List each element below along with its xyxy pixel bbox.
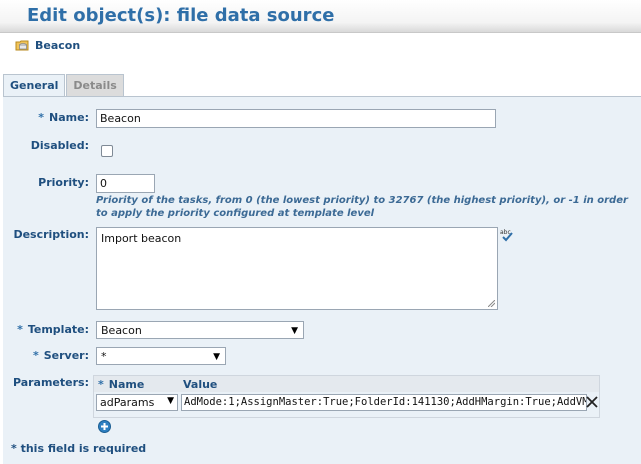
server-select[interactable]: * ▼ <box>96 347 226 365</box>
disabled-label: Disabled: <box>30 139 89 152</box>
template-label: * Template: <box>17 323 89 336</box>
priority-label: Priority: <box>38 176 89 189</box>
name-label: * Name: <box>38 111 89 124</box>
tab-bar: General Details <box>3 74 125 97</box>
required-field-note: * this field is required <box>11 442 147 455</box>
tab-general[interactable]: General <box>3 74 66 96</box>
spellcheck-icon[interactable]: abc <box>500 228 514 242</box>
disabled-checkbox[interactable] <box>101 145 113 157</box>
tab-details[interactable]: Details <box>66 74 124 96</box>
column-value-header: Value <box>183 378 218 391</box>
parameter-name-select[interactable]: adParams ▼ <box>96 394 178 411</box>
parameters-header: * Name Value <box>94 376 599 392</box>
close-icon[interactable] <box>586 396 598 408</box>
description-textarea[interactable]: Import beacon <box>96 227 498 310</box>
server-label: * Server: <box>32 349 89 362</box>
chevron-down-icon: ▼ <box>167 396 174 406</box>
object-header: Beacon <box>15 37 80 53</box>
page-title: Edit object(s): file data source <box>27 5 335 26</box>
folder-database-icon <box>15 38 29 52</box>
title-bar: Edit object(s): file data source <box>0 0 641 33</box>
template-select[interactable]: Beacon ▼ <box>96 321 304 339</box>
column-name-header: * Name <box>98 378 145 391</box>
chevron-down-icon: ▼ <box>213 352 220 362</box>
priority-input[interactable]: 0 <box>96 174 155 193</box>
object-name: Beacon <box>35 38 81 52</box>
parameter-value-input[interactable]: AdMode:1;AssignMaster:True;FolderId:1411… <box>181 394 587 411</box>
chevron-down-icon: ▼ <box>291 326 298 336</box>
priority-hint: Priority of the tasks, from 0 (the lowes… <box>96 195 628 219</box>
resize-grip-icon[interactable] <box>488 300 495 307</box>
description-text: Import beacon <box>101 232 182 245</box>
name-input[interactable]: Beacon <box>96 109 496 128</box>
description-label: Description: <box>13 228 89 241</box>
parameters-label: Parameters: <box>12 376 89 389</box>
parameters-table: * Name Value adParams ▼ AdMode:1;AssignMa… <box>93 375 600 418</box>
add-icon[interactable] <box>98 420 111 433</box>
